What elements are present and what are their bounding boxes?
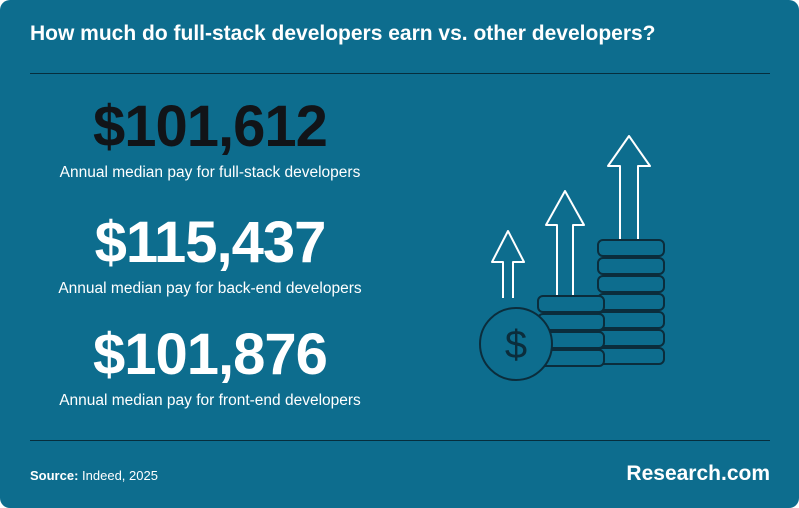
arrow-large-icon xyxy=(607,135,651,240)
source-text: Indeed, 2025 xyxy=(82,468,158,483)
stat-front-end: $101,876 Annual median pay for front-end… xyxy=(30,326,390,410)
infographic-card: How much do full-stack developers earn v… xyxy=(0,0,799,508)
stat-full-stack: $101,612 Annual median pay for full-stac… xyxy=(30,98,390,182)
stat-label-back-end: Annual median pay for back-end developer… xyxy=(58,280,362,297)
dollar-sign-icon: $ xyxy=(505,323,527,367)
stat-label-front-end: Annual median pay for front-end develope… xyxy=(59,392,361,409)
source-note: Source: Indeed, 2025 xyxy=(30,468,158,483)
bottom-divider xyxy=(30,440,770,441)
top-divider xyxy=(30,73,770,74)
stat-label-full-stack: Annual median pay for full-stack develop… xyxy=(59,164,361,181)
arrow-medium-icon xyxy=(545,190,585,298)
growth-coins-arrows-icon: $ xyxy=(479,135,665,381)
stat-value-back-end: $115,437 xyxy=(94,210,327,275)
page-title: How much do full-stack developers earn v… xyxy=(30,22,656,45)
stat-value-front-end: $101,876 xyxy=(93,322,328,387)
brand-logo: Research.com xyxy=(626,462,770,485)
coin-stack-right-icon xyxy=(597,239,665,365)
arrow-small-icon xyxy=(491,230,525,298)
stat-value-full-stack: $101,612 xyxy=(93,94,328,159)
stat-back-end: $115,437 Annual median pay for back-end … xyxy=(30,214,390,298)
source-label: Source: xyxy=(30,468,79,483)
